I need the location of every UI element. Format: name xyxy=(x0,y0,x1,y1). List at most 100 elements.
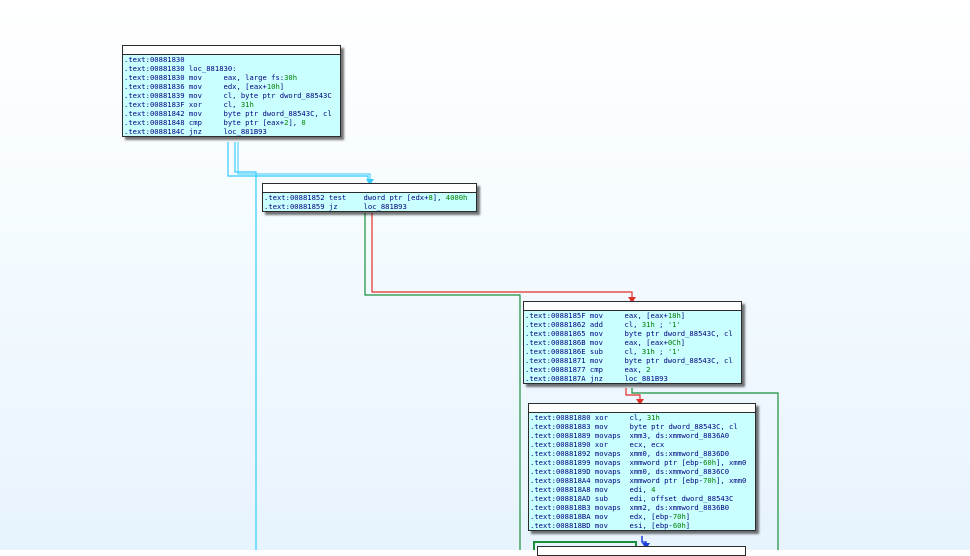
graph-node-loc-881830[interactable]: .text:00881830 .text:00881830 loc_881830:… xyxy=(122,45,341,137)
instruction-line[interactable]: .text:00881899 movaps xmmword ptr [ebp-6… xyxy=(530,458,755,467)
instruction-line[interactable]: .text:008818B3 movaps xmm2, ds:xmmword_8… xyxy=(530,503,755,512)
instruction-line[interactable]: .text:00881848 cmp byte ptr [eax+2], 0 xyxy=(124,118,340,127)
char-comment: '1' xyxy=(667,320,681,329)
graph-view-canvas[interactable]: .text:00881830 .text:00881830 loc_881830:… xyxy=(0,0,970,556)
instruction-line[interactable]: .text:00881842 mov byte ptr dword_88543C… xyxy=(124,109,340,118)
instruction-line[interactable]: .text:00881862 add cl, 31h ; '1' xyxy=(525,320,741,329)
instruction-line[interactable]: .text:0088186B mov eax, [eax+0Ch] xyxy=(525,338,741,347)
instruction-text: .text:0088186E sub cl, xyxy=(525,347,642,356)
instruction-line[interactable]: .text:00881892 movaps xmm0, ds:xmmword_8… xyxy=(530,449,755,458)
instruction-line[interactable]: .text:008818A4 movaps xmmword ptr [ebp-7… xyxy=(530,476,755,485)
instruction-text: .text:0088186B mov eax, [eax+ xyxy=(525,338,668,347)
instruction-line[interactable]: .text:0088189D movaps xmm0, ds:xmmword_8… xyxy=(530,467,755,476)
instruction-line[interactable]: .text:00881890 xor ecx, ecx xyxy=(530,440,755,449)
instruction-line[interactable]: .text:008818BD mov esi, [ebp-60h] xyxy=(530,521,755,530)
instruction-text: .text:00881889 movaps xmm3, ds:xmmword_8… xyxy=(530,431,730,440)
instruction-text: ] xyxy=(680,311,686,320)
immediate-operand: 0 xyxy=(301,118,306,127)
immediate-operand: 31h xyxy=(646,413,660,422)
node-header xyxy=(524,302,741,311)
instruction-text: ], xyxy=(432,193,446,202)
char-comment: '1' xyxy=(667,347,681,356)
instruction-text: .text:008818BD mov esi, [ebp- xyxy=(530,521,673,530)
instruction-line[interactable]: .text:00881889 movaps xmm3, ds:xmmword_8… xyxy=(530,431,755,440)
instruction-text: ] xyxy=(680,338,686,347)
node-header xyxy=(538,547,745,556)
edge-cyan-to-block-881852 xyxy=(227,142,369,182)
instruction-line[interactable]: .text:008818A8 mov edi, 4 xyxy=(530,485,755,494)
instruction-line[interactable]: .text:00881877 cmp eax, 2 xyxy=(525,365,741,374)
instruction-line[interactable]: .text:0088186E sub cl, 31h ; '1' xyxy=(525,347,741,356)
instruction-line[interactable]: .text:00881865 mov byte ptr dword_88543C… xyxy=(525,329,741,338)
instruction-line[interactable]: .text:00881880 xor cl, 31h xyxy=(530,413,755,422)
instruction-line[interactable]: .text:00881883 mov byte ptr dword_88543C… xyxy=(530,422,755,431)
immediate-operand: 31h xyxy=(240,100,254,109)
edge-cyan-inner xyxy=(237,142,371,180)
instruction-line[interactable]: .text:0088187A jnz loc_881B93 xyxy=(525,374,741,383)
instruction-line[interactable]: .text:00881836 mov edx, [eax+10h] xyxy=(124,82,340,91)
graph-node-block-88185F[interactable]: .text:0088185F mov eax, [eax+18h] .text:0… xyxy=(523,301,742,384)
graph-node-partial[interactable] xyxy=(537,546,746,556)
immediate-operand: 30h xyxy=(284,73,298,82)
instruction-text: .text:00881830 loc_881830: xyxy=(124,64,237,73)
instruction-line[interactable]: .text:00881830 loc_881830: xyxy=(124,64,340,73)
instruction-line[interactable]: .text:0088185F mov eax, [eax+18h] xyxy=(525,311,741,320)
instruction-text: .text:00881892 movaps xmm0, ds:xmmword_8… xyxy=(530,449,730,458)
node-listing: .text:00881830 .text:00881830 loc_881830:… xyxy=(123,55,340,136)
instruction-text: ] xyxy=(685,512,691,521)
instruction-line[interactable]: .text:00881830 xyxy=(124,55,340,64)
immediate-operand: 4 xyxy=(651,485,656,494)
immediate-operand: 70h xyxy=(672,512,686,521)
immediate-operand: 10h xyxy=(266,82,280,91)
instruction-text: ] xyxy=(279,82,285,91)
instruction-text: .text:008818A8 mov edi, xyxy=(530,485,652,494)
instruction-line[interactable]: .text:00881839 mov cl, byte ptr dword_88… xyxy=(124,91,340,100)
immediate-operand: 0Ch xyxy=(667,338,681,347)
instruction-line[interactable]: .text:0088183F xor cl, 31h xyxy=(124,100,340,109)
node-listing: .text:00881852 test dword ptr [edx+8], 4… xyxy=(263,193,476,211)
immediate-operand: 18h xyxy=(667,311,681,320)
instruction-text: .text:00881880 xor cl, xyxy=(530,413,647,422)
instruction-text: .text:00881865 mov byte ptr dword_88543C… xyxy=(525,329,733,338)
instruction-text: .text:00881877 cmp eax, xyxy=(525,365,647,374)
instruction-text: ; xyxy=(654,320,668,329)
graph-node-block-881852[interactable]: .text:00881852 test dword ptr [edx+8], 4… xyxy=(262,183,477,212)
instruction-text: .text:008818BA mov edx, [ebp- xyxy=(530,512,673,521)
instruction-text: .text:00881848 cmp byte ptr [eax+ xyxy=(124,118,285,127)
node-header xyxy=(529,404,755,413)
immediate-operand: 70h xyxy=(703,476,717,485)
immediate-operand: 60h xyxy=(703,458,717,467)
immediate-operand: 31h xyxy=(641,320,655,329)
instruction-text: .text:0088189D movaps xmm0, ds:xmmword_8… xyxy=(530,467,730,476)
instruction-text: .text:008818A4 movaps xmmword ptr [ebp- xyxy=(530,476,704,485)
immediate-operand: 4000h xyxy=(445,193,468,202)
instruction-text: .text:00881862 add cl, xyxy=(525,320,642,329)
graph-node-block-881880[interactable]: .text:00881880 xor cl, 31h .text:00881883… xyxy=(528,403,756,531)
node-listing: .text:00881880 xor cl, 31h .text:00881883… xyxy=(529,413,755,530)
instruction-text: .text:00881852 test dword ptr [edx+ xyxy=(264,193,429,202)
instruction-text: .text:00881830 mov eax, large fs: xyxy=(124,73,285,82)
instruction-text: .text:00881899 movaps xmmword ptr [ebp- xyxy=(530,458,704,467)
instruction-line[interactable]: .text:008818BA mov edx, [ebp-70h] xyxy=(530,512,755,521)
instruction-text: .text:00881836 mov edx, [eax+ xyxy=(124,82,267,91)
instruction-line[interactable]: .text:00881830 mov eax, large fs:30h xyxy=(124,73,340,82)
instruction-line[interactable]: .text:008818AD sub edi, offset dword_885… xyxy=(530,494,755,503)
instruction-text: ], xyxy=(288,118,302,127)
instruction-text: ], xmm0 xyxy=(716,458,747,467)
instruction-line[interactable]: .text:00881852 test dword ptr [edx+8], 4… xyxy=(264,193,476,202)
instruction-line[interactable]: .text:00881859 jz loc_881B93 xyxy=(264,202,476,211)
instruction-text: .text:008818B3 movaps xmm2, ds:xmmword_8… xyxy=(530,503,730,512)
instruction-text: .text:0088185F mov eax, [eax+ xyxy=(525,311,668,320)
instruction-text: .text:00881839 mov cl, byte ptr dword_88… xyxy=(124,91,332,100)
node-header xyxy=(263,184,476,193)
immediate-operand: 60h xyxy=(672,521,686,530)
instruction-text: .text:00881871 mov byte ptr dword_88543C… xyxy=(525,356,733,365)
instruction-text: .text:0088183F xor cl, xyxy=(124,100,241,109)
instruction-text: .text:00881830 xyxy=(124,55,185,64)
edge-green-jz-loc-881b93 xyxy=(364,213,521,550)
instruction-text: ] xyxy=(685,521,691,530)
instruction-line[interactable]: .text:00881871 mov byte ptr dword_88543C… xyxy=(525,356,741,365)
instruction-text: .text:008818AD sub edi, offset dword_885… xyxy=(530,494,734,503)
instruction-text: ], xmm0 xyxy=(716,476,747,485)
instruction-line[interactable]: .text:0088184C jnz loc_881B93 xyxy=(124,127,340,136)
